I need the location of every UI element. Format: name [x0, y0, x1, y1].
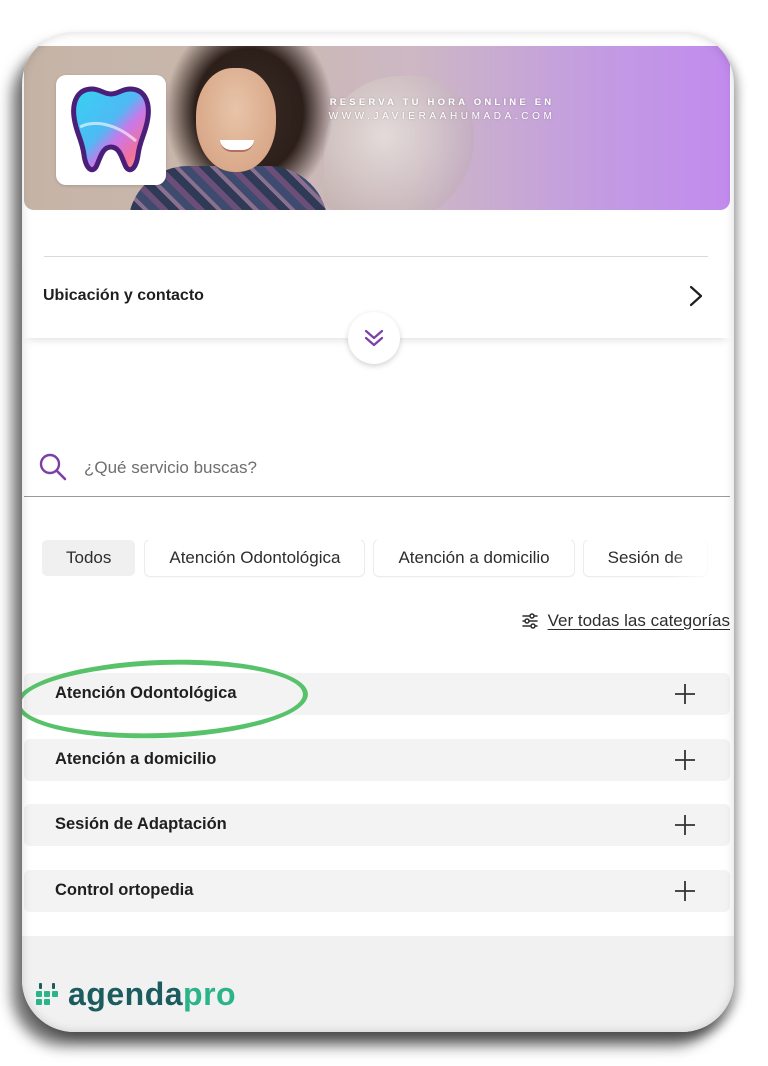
plus-icon[interactable] [674, 749, 696, 771]
service-category-label: Atención a domicilio [55, 750, 217, 768]
plus-icon[interactable] [674, 880, 696, 902]
category-chips: Todos Atención Odontológica Atención a dom… [42, 540, 730, 580]
service-category-row[interactable]: Sesión de Adaptación [24, 804, 730, 846]
search-input[interactable] [82, 452, 686, 484]
highlight-annotation-circle [22, 654, 310, 744]
tooth-logo-icon [71, 86, 151, 173]
service-search-bar [24, 444, 730, 497]
service-category-row[interactable]: Atención a domicilio [24, 739, 730, 781]
plus-icon[interactable] [674, 683, 696, 705]
business-logo [56, 75, 166, 185]
chip-todos[interactable]: Todos [42, 540, 136, 576]
chevron-right-icon [689, 285, 703, 307]
see-all-categories-link[interactable]: Ver todas las categorías [521, 611, 730, 631]
footer: agenda pro [22, 936, 734, 1032]
expand-button[interactable] [348, 312, 400, 364]
promo-website: WWW.JAVIERAAHUMADA.COM [328, 111, 556, 122]
service-category-label: Sesión de Adaptación [55, 815, 227, 833]
double-chevron-down-icon [364, 329, 384, 347]
search-icon[interactable] [38, 452, 68, 482]
phone-screen: RESERVA TU HORA ONLINE EN WWW.JAVIERAAHU… [22, 32, 734, 1032]
agendapro-logo-icon [36, 982, 58, 1005]
location-contact-label: Ubicación y contacto [43, 287, 204, 304]
see-all-categories-label: Ver todas las categorías [547, 611, 730, 630]
brand-agenda: agenda [68, 976, 184, 1012]
plus-icon[interactable] [674, 814, 696, 836]
agendapro-logo[interactable]: agenda pro [34, 976, 236, 1013]
divider [44, 256, 708, 257]
service-category-row[interactable]: Control ortopedia [24, 870, 730, 912]
banner-promo-text: RESERVA TU HORA ONLINE EN WWW.JAVIERAAHU… [292, 96, 592, 124]
chip-atencion-a-domicilio[interactable]: Atención a domicilio [374, 540, 574, 576]
service-category-label: Control ortopedia [55, 881, 194, 899]
sliders-icon [521, 613, 538, 629]
promo-line-1: RESERVA TU HORA ONLINE EN [329, 97, 555, 108]
chip-atencion-odontologica[interactable]: Atención Odontológica [145, 540, 365, 576]
brand-pro: pro [183, 976, 237, 1012]
